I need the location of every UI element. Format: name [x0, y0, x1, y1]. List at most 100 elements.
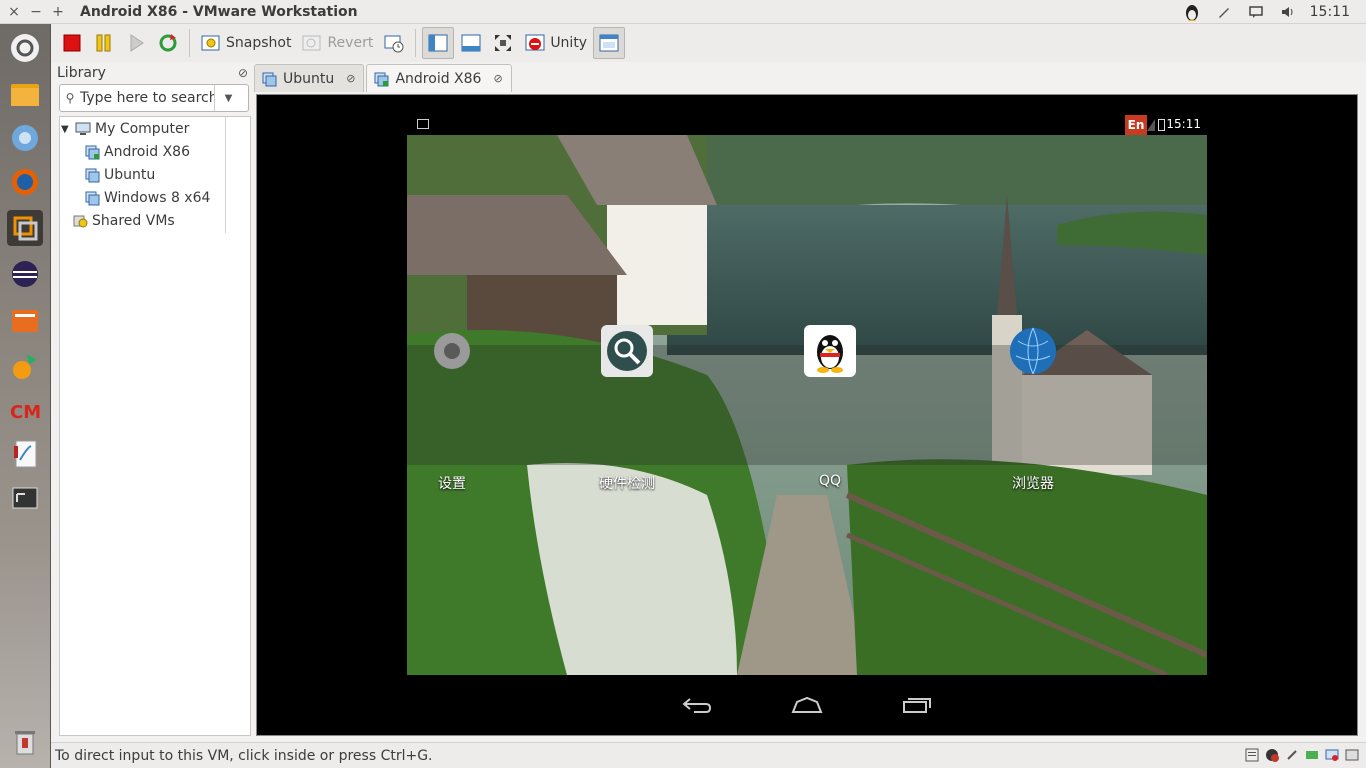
tab-label: Ubuntu	[283, 70, 335, 87]
system-clock[interactable]: 15:11	[1304, 4, 1366, 20]
app-label: 浏览器	[1012, 476, 1054, 492]
tree-node-my-computer[interactable]: ▼ My Computer	[61, 118, 189, 140]
terminal-icon[interactable]	[7, 480, 43, 516]
document-app-icon[interactable]	[7, 436, 43, 472]
home-wallpaper[interactable]: 设置 硬件检测 QQ 浏览器	[407, 135, 1207, 675]
display-icon[interactable]	[1324, 747, 1340, 763]
usb-icon[interactable]	[1284, 747, 1300, 763]
revert-icon	[302, 35, 321, 51]
close-window-button[interactable]: ×	[6, 4, 22, 20]
vm-icon	[85, 168, 100, 183]
tree-label: Shared VMs	[92, 213, 175, 229]
network-icon[interactable]	[1304, 747, 1320, 763]
home-icon	[791, 696, 823, 713]
minimize-window-button[interactable]: −	[28, 4, 44, 20]
pen-icon[interactable]	[1208, 0, 1240, 24]
chromium-icon[interactable]	[7, 120, 43, 156]
app-settings[interactable]: 设置	[407, 325, 512, 493]
show-thumbnail-bar-button[interactable]	[456, 27, 486, 59]
search-dropdown-button[interactable]: ▼	[214, 85, 242, 111]
full-screen-button[interactable]	[488, 27, 518, 59]
tab-ubuntu[interactable]: Ubuntu ⊘	[254, 64, 365, 92]
app-qq[interactable]: QQ	[770, 325, 890, 489]
console-view-button[interactable]	[593, 27, 626, 59]
vm-console[interactable]: En 15:11 设置 硬件检测 QQ 浏览器	[256, 94, 1358, 736]
volume-icon[interactable]	[1272, 0, 1304, 24]
vmware-icon[interactable]	[7, 210, 43, 246]
library-search: ⚲ ▼	[59, 84, 249, 112]
tree-node-ubuntu[interactable]: Ubuntu	[84, 164, 155, 186]
tux-icon[interactable]	[1176, 0, 1208, 24]
message-log-icon[interactable]	[1344, 747, 1360, 763]
launcher: CM	[0, 24, 51, 768]
app-hardware-detect[interactable]: 硬件检测	[567, 325, 687, 493]
unity-button[interactable]: Unity	[520, 27, 591, 59]
snapshot-icon	[201, 35, 220, 51]
messaging-icon[interactable]	[1240, 0, 1272, 24]
maximize-window-button[interactable]: +	[50, 4, 66, 20]
unity-label: Unity	[550, 35, 588, 51]
tree-label: Android X86	[104, 144, 190, 160]
signal-icon	[1147, 119, 1155, 131]
android-status-bar: En 15:11	[407, 115, 1207, 135]
app-label: 设置	[438, 476, 466, 492]
cd-rom-icon[interactable]	[1264, 747, 1280, 763]
orange-app-icon[interactable]	[7, 348, 43, 384]
files-icon[interactable]	[7, 76, 43, 112]
android-screen[interactable]: En 15:11 设置 硬件检测 QQ 浏览器	[407, 95, 1207, 735]
home-button[interactable]	[787, 693, 827, 717]
close-tab-icon[interactable]: ⊘	[493, 72, 502, 85]
vm-icon	[85, 145, 100, 160]
system-indicators: 15:11	[1176, 0, 1366, 24]
app-browser[interactable]: 浏览器	[973, 325, 1093, 493]
computer-icon	[75, 122, 91, 135]
tab-android-x86[interactable]: Android X86 ⊘	[366, 64, 512, 92]
window-controls: × − +	[6, 4, 72, 20]
svg-text:CM: CM	[10, 402, 41, 423]
vmware-toolbar: Snapshot Revert Unity	[51, 24, 1366, 62]
search-icon: ⚲	[65, 91, 75, 105]
recent-apps-button[interactable]	[897, 693, 937, 717]
cm-icon[interactable]: CM	[7, 392, 43, 428]
status-message: To direct input to this VM, click inside…	[55, 747, 433, 764]
tree-divider	[225, 117, 226, 233]
tab-label: Android X86	[395, 70, 482, 87]
search-input[interactable]	[80, 90, 214, 106]
expand-arrow-icon[interactable]: ▼	[61, 124, 71, 135]
recent-apps-icon	[903, 698, 931, 713]
vm-tabs: Ubuntu ⊘ Android X86 ⊘	[254, 64, 512, 92]
globe-icon	[1007, 325, 1059, 377]
back-arrow-icon	[682, 698, 712, 713]
toolbar-separator	[189, 29, 190, 57]
tree-node-windows-8[interactable]: Windows 8 x64	[84, 187, 210, 209]
show-library-button[interactable]	[422, 27, 455, 59]
firefox-icon[interactable]	[7, 164, 43, 200]
hard-disk-icon[interactable]	[1244, 747, 1260, 763]
snapshot-button[interactable]: Snapshot	[196, 27, 295, 59]
reset-button[interactable]	[153, 27, 183, 59]
back-button[interactable]	[677, 693, 717, 717]
window-title: Android X86 - VMware Workstation	[80, 3, 358, 20]
trash-icon[interactable]	[7, 724, 43, 760]
android-nav-bar	[407, 675, 1207, 735]
tree-label: My Computer	[95, 121, 190, 137]
power-off-button[interactable]	[57, 27, 87, 59]
qq-penguin-icon	[804, 325, 856, 377]
power-on-button[interactable]	[121, 27, 151, 59]
toolbar-separator	[415, 29, 417, 57]
snapshot-manager-button[interactable]	[379, 27, 409, 59]
tree-node-shared-vms[interactable]: Shared VMs	[72, 210, 175, 232]
screenshot-notification-icon	[417, 119, 429, 129]
tree-node-android-x86[interactable]: Android X86	[84, 141, 190, 163]
dash-home-icon[interactable]	[7, 30, 43, 66]
close-tab-icon[interactable]: ⊘	[346, 72, 355, 85]
close-library-icon[interactable]: ⊘	[238, 66, 248, 80]
ime-indicator: En	[1125, 115, 1147, 135]
settings-gear-icon	[426, 325, 478, 377]
suspend-button[interactable]	[89, 27, 119, 59]
eclipse-icon[interactable]	[7, 256, 43, 292]
tree-label: Ubuntu	[104, 167, 156, 183]
vm-icon	[262, 72, 277, 86]
revert-button[interactable]: Revert	[297, 27, 377, 59]
software-center-icon[interactable]	[7, 302, 43, 338]
